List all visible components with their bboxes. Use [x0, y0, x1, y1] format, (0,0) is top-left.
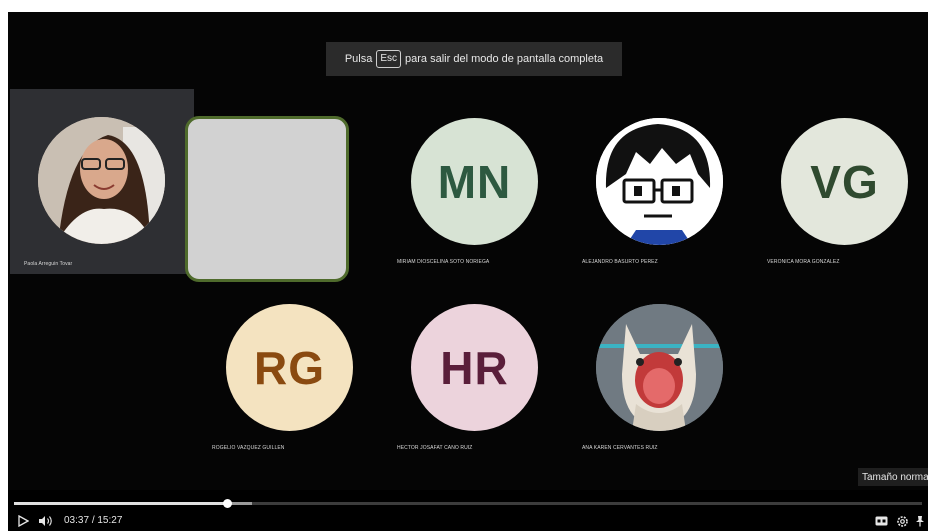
participant-name: ANA KAREN CERVANTES RUIZ — [582, 445, 658, 451]
participant-name: ALEJANDRO BASURTO PEREZ — [582, 259, 658, 265]
captions-icon — [875, 516, 887, 526]
pin-icon — [916, 516, 924, 527]
initials-avatar: VG — [781, 118, 908, 245]
notice-text-after: para salir del modo de pantalla completa — [405, 53, 604, 65]
participant-avatar-drawing — [596, 118, 723, 245]
participant-name: HECTOR JOSAFAT CANO RUIZ — [397, 445, 473, 451]
time-separator: / — [91, 515, 95, 526]
person-photo-icon — [38, 117, 165, 244]
participant-name: VERONICA MORA GONZALEZ — [767, 259, 840, 265]
video-placeholder-tile — [185, 116, 349, 282]
played-range — [14, 502, 227, 505]
settings-button[interactable] — [895, 514, 909, 528]
time-display: 03:37 / 15:27 — [64, 515, 122, 526]
esc-key-hint: Esc — [376, 50, 402, 68]
meeting-grid: Pulsa Esc para salir del modo de pantall… — [8, 12, 928, 490]
play-icon — [18, 515, 29, 527]
participant-photo — [38, 117, 165, 244]
captions-button[interactable] — [874, 514, 888, 528]
initials-avatar: RG — [226, 304, 353, 431]
play-button[interactable] — [16, 514, 30, 528]
volume-button[interactable] — [38, 514, 54, 528]
participant-name: Paola Arreguin Tovar — [24, 261, 73, 267]
current-time: 03:37 — [64, 515, 90, 526]
size-tooltip: Tamaño normal — [858, 468, 928, 486]
participant-name: MIRIAM DIOSCELINA SOTO NORIEGA — [397, 259, 490, 265]
seek-thumb[interactable] — [222, 499, 232, 508]
seek-bar[interactable] — [14, 499, 922, 508]
pin-button[interactable] — [914, 514, 926, 528]
cat-photo-icon — [596, 304, 723, 431]
player-controls: 03:37 / 15:27 — [8, 490, 928, 531]
participant-name: ROGELIO VAZQUEZ GUILLEN — [212, 445, 285, 451]
fullscreen-exit-notice: Pulsa Esc para salir del modo de pantall… — [326, 42, 622, 76]
volume-icon — [39, 516, 52, 526]
notice-text-before: Pulsa — [344, 53, 373, 65]
drawn-avatar-icon — [596, 118, 723, 245]
duration: 15:27 — [97, 515, 123, 526]
settings-icon — [896, 515, 908, 527]
initials-avatar: HR — [411, 304, 538, 431]
initials-avatar: MN — [411, 118, 538, 245]
participant-photo — [596, 304, 723, 431]
video-player[interactable]: Pulsa Esc para salir del modo de pantall… — [8, 12, 928, 531]
participant-tile-active[interactable]: Paola Arreguin Tovar — [10, 89, 194, 274]
